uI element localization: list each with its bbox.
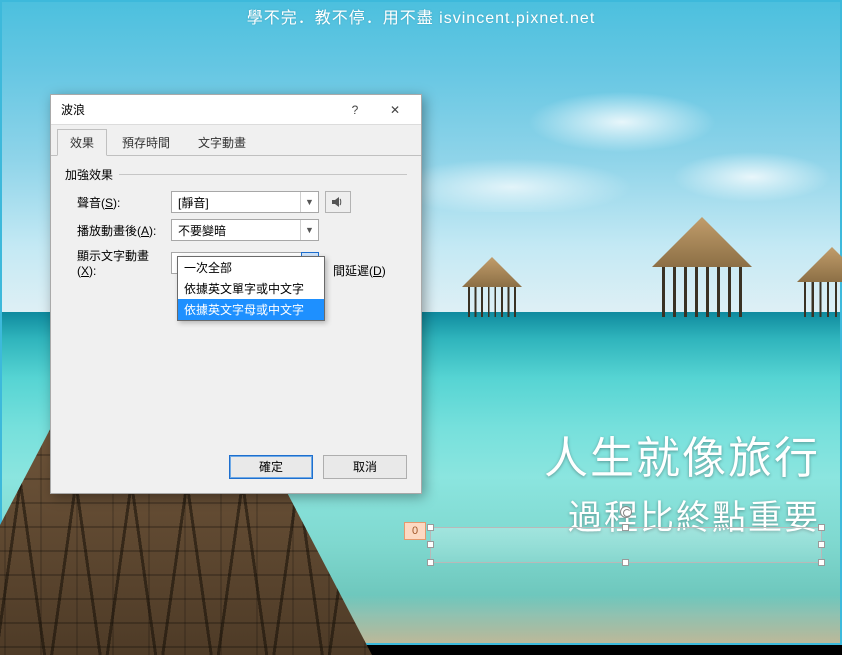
section-enhance: 加強效果	[65, 166, 407, 183]
sound-combo[interactable]: [靜音] ▼	[171, 191, 319, 213]
resize-handle[interactable]	[818, 524, 825, 531]
label-animate-text: 顯示文字動畫(X):	[65, 247, 165, 278]
resize-handle[interactable]	[427, 559, 434, 566]
chevron-down-icon[interactable]: ▼	[300, 192, 318, 212]
after-animate-combo[interactable]: 不要變暗 ▼	[171, 219, 319, 241]
slide-text: 人生就像旅行 過程比終點重要	[544, 422, 820, 539]
section-label: 加強效果	[65, 166, 113, 183]
option-by-word[interactable]: 依據英文單字或中文字	[178, 278, 324, 299]
label-sound: 聲音(S):	[65, 194, 165, 211]
after-value: 不要變暗	[172, 222, 300, 239]
dialog-title: 波浪	[61, 101, 335, 118]
tab-body-effect: 加強效果 聲音(S): [靜音] ▼ 播放動畫後(A): 不要變暗 ▼	[51, 156, 421, 445]
hut-left	[456, 257, 528, 317]
chevron-down-icon[interactable]: ▼	[300, 220, 318, 240]
tab-strip: 效果 預存時間 文字動畫	[51, 125, 421, 156]
resize-handle[interactable]	[427, 541, 434, 548]
tab-text-animation[interactable]: 文字動畫	[185, 129, 259, 155]
tab-effect[interactable]: 效果	[57, 129, 107, 156]
ok-button[interactable]: 確定	[229, 455, 313, 479]
clouds	[422, 72, 840, 212]
cancel-button[interactable]: 取消	[323, 455, 407, 479]
speaker-icon	[331, 195, 345, 209]
hut-right	[790, 247, 842, 317]
slide-line-1: 人生就像旅行	[544, 422, 820, 486]
close-button[interactable]: ✕	[375, 103, 415, 117]
delay-label: 間延遲(D)	[333, 262, 386, 279]
resize-handle[interactable]	[818, 559, 825, 566]
resize-handle[interactable]	[622, 559, 629, 566]
label-after: 播放動畫後(A):	[65, 222, 165, 239]
animation-order-tag[interactable]: 0	[404, 522, 426, 540]
sound-value: [靜音]	[172, 194, 300, 211]
hut-center	[642, 217, 762, 317]
resize-handle[interactable]	[622, 524, 629, 531]
wave-dialog: 波浪 ? ✕ 效果 預存時間 文字動畫 加強效果 聲音(S): [靜音] ▼	[50, 94, 422, 494]
tab-timing[interactable]: 預存時間	[109, 129, 183, 155]
textbox-selection[interactable]	[430, 527, 822, 563]
sound-preview-button[interactable]	[325, 191, 351, 213]
section-divider	[119, 174, 407, 175]
resize-handle[interactable]	[818, 541, 825, 548]
rotate-handle-icon[interactable]	[620, 506, 632, 518]
row-after-animate: 播放動畫後(A): 不要變暗 ▼	[65, 219, 407, 241]
titlebar[interactable]: 波浪 ? ✕	[51, 95, 421, 125]
resize-handle[interactable]	[427, 524, 434, 531]
animate-text-dropdown[interactable]: 一次全部 依據英文單字或中文字 依據英文字母或中文字	[177, 256, 325, 321]
option-by-letter[interactable]: 依據英文字母或中文字	[178, 299, 324, 320]
option-all-at-once[interactable]: 一次全部	[178, 257, 324, 278]
dialog-button-row: 確定 取消	[51, 445, 421, 493]
row-sound: 聲音(S): [靜音] ▼	[65, 191, 407, 213]
help-button[interactable]: ?	[335, 103, 375, 117]
